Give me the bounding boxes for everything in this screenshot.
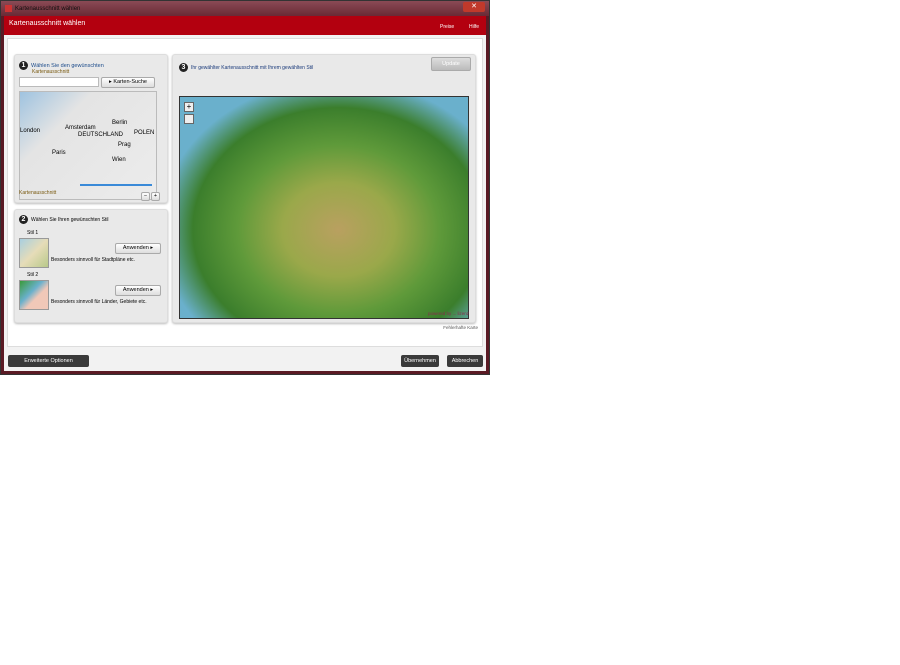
- window-title: Kartenausschnitt wählen: [15, 5, 81, 12]
- map-label: London: [20, 128, 41, 134]
- content-area: 1 Wählen Sie den gewünschten Kartenaussch…: [7, 38, 483, 347]
- step3-title: Ihr gewählter Kartenausschnitt mit Ihrem…: [191, 64, 314, 71]
- map-label: Paris: [52, 150, 66, 156]
- update-button[interactable]: Update: [431, 57, 471, 71]
- step2-panel: 2 Wählen Sie Ihren gewünschten Stil Stil …: [14, 209, 168, 323]
- map-label: DEUTSCHLAND: [78, 132, 124, 138]
- step3-panel: 3 Ihr gewählter Kartenausschnitt mit Ihre…: [172, 54, 476, 323]
- style-1-thumbnail[interactable]: [19, 238, 49, 268]
- style-name: Stil 1: [27, 230, 39, 236]
- map-zoom-in-icon[interactable]: +: [184, 102, 194, 112]
- zoom-out-button[interactable]: −: [141, 192, 150, 201]
- dialog-window: Kartenausschnitt wählen ✕ Kartenausschni…: [0, 0, 490, 375]
- zoom-in-button[interactable]: +: [151, 192, 160, 201]
- step1-panel: 1 Wählen Sie den gewünschten Kartenaussch…: [14, 54, 168, 203]
- map-label: Berlin: [112, 120, 128, 126]
- style-name: Stil 2: [27, 272, 39, 278]
- step-number-3: 3: [179, 63, 188, 72]
- header-bar: Kartenausschnitt wählen Preise Hilfe: [4, 16, 486, 35]
- cancel-button[interactable]: Abbrechen: [447, 355, 483, 367]
- ok-button[interactable]: Übernehmen: [401, 355, 439, 367]
- location-search-input[interactable]: [19, 77, 99, 87]
- preview-map[interactable]: +: [179, 96, 469, 319]
- style-description: Besonders sinnvoll für Stadtpläne etc.: [51, 257, 135, 263]
- map-label: Prag: [118, 142, 131, 148]
- apply-style-2-button[interactable]: Anwenden ▸: [115, 285, 161, 296]
- style-description: Besonders sinnvoll für Länder, Gebiete e…: [51, 299, 147, 305]
- map-layer-icon[interactable]: [184, 114, 194, 124]
- menu-preise[interactable]: Preise: [440, 24, 454, 30]
- map-search-button[interactable]: ▸ Karten-Suche: [101, 77, 155, 88]
- app-icon: [5, 5, 12, 12]
- selection-slider[interactable]: [80, 184, 152, 186]
- step-number-2: 2: [19, 215, 28, 224]
- step1-footer: Kartenausschnitt: [19, 190, 57, 196]
- apply-style-1-button[interactable]: Anwenden ▸: [115, 243, 161, 254]
- advanced-options-button[interactable]: Erweiterte Optionen: [8, 355, 89, 367]
- step-number-1: 1: [19, 61, 28, 70]
- menu-hilfe[interactable]: Hilfe: [469, 24, 479, 30]
- step1-subtitle: Kartenausschnitt: [32, 69, 70, 75]
- powered-by-text[interactable]: powered by ... lizenz: [428, 311, 469, 316]
- overview-map[interactable]: London Amsterdam Berlin Paris Prag Wien …: [19, 91, 157, 200]
- style-2-thumbnail[interactable]: [19, 280, 49, 310]
- map-label: POLEN: [134, 130, 155, 136]
- header-title: Kartenausschnitt wählen: [9, 20, 86, 27]
- client-area: Kartenausschnitt wählen Preise Hilfe 1 Wä…: [4, 16, 486, 371]
- title-bar: Kartenausschnitt wählen: [1, 1, 489, 16]
- map-label: Wien: [112, 157, 126, 163]
- step2-title: Wählen Sie Ihren gewünschten Stil: [31, 216, 109, 223]
- close-button[interactable]: ✕: [463, 2, 485, 12]
- map-note[interactable]: Fehlerhafte Karte: [443, 325, 478, 330]
- map-label: Amsterdam: [65, 125, 96, 131]
